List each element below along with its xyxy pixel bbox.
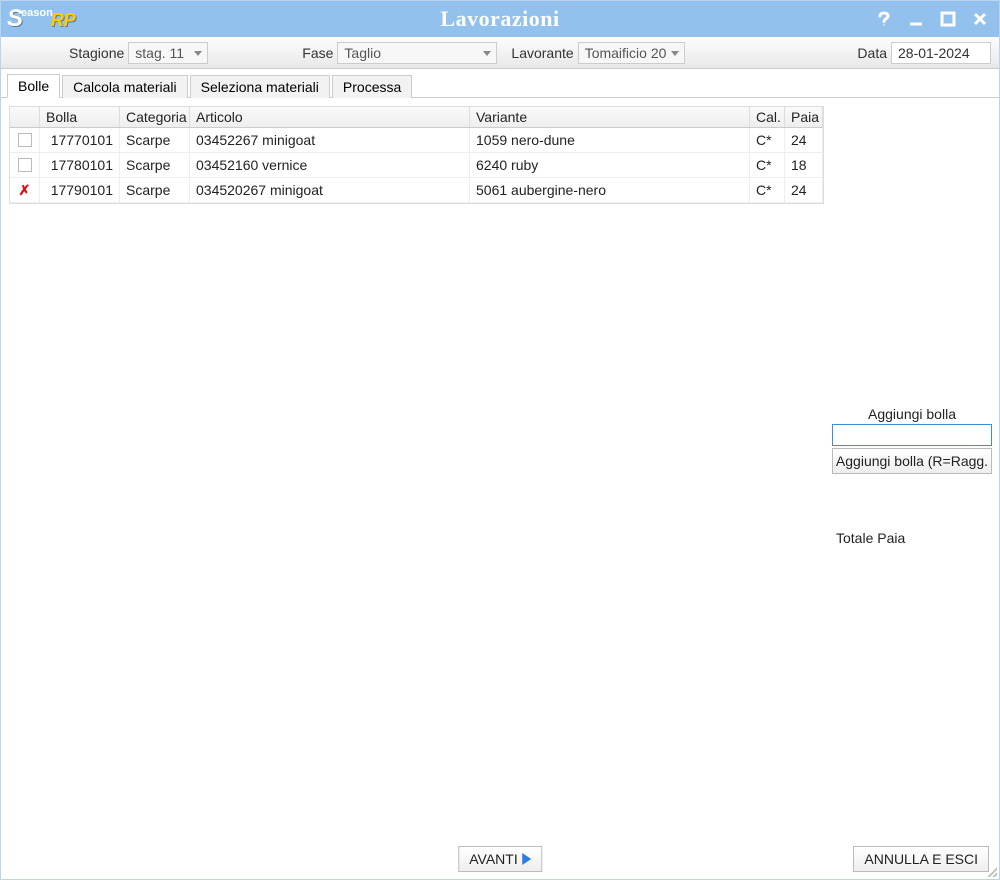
add-bolla-button-label: Aggiungi bolla (R=Ragg. — [836, 453, 988, 469]
header-check[interactable] — [10, 107, 40, 127]
header-variante[interactable]: Variante — [470, 107, 750, 127]
tab-processa[interactable]: Processa — [332, 75, 412, 98]
app-logo: S eason RP — [7, 5, 76, 33]
cell-paia: 24 — [785, 178, 823, 202]
add-bolla-button[interactable]: Aggiungi bolla (R=Ragg. — [832, 448, 992, 474]
cell-articolo: 03452160 vernice — [190, 153, 470, 177]
window-title: Lavorazioni — [440, 6, 559, 32]
avanti-label: AVANTI — [469, 851, 518, 867]
fase-label: Fase — [302, 45, 333, 61]
toolbar: Stagione stag. 11 Fase Taglio Lavorante … — [1, 37, 999, 69]
cell-articolo: 034520267 minigoat — [190, 178, 470, 202]
cell-categoria: Scarpe — [120, 153, 190, 177]
stagione-label: Stagione — [69, 45, 124, 61]
grid-header: Bolla Categoria Articolo Variante Cal. P… — [10, 107, 823, 128]
resize-grip[interactable] — [985, 865, 997, 877]
lavorante-value: Tomaificio 20 — [585, 45, 667, 61]
row-check[interactable] — [10, 128, 40, 152]
titlebar: S eason RP Lavorazioni — [1, 1, 999, 37]
table-row[interactable]: 17770101Scarpe03452267 minigoat1059 nero… — [10, 128, 823, 153]
header-cal[interactable]: Cal. — [750, 107, 785, 127]
cell-variante: 6240 ruby — [470, 153, 750, 177]
header-categoria[interactable]: Categoria — [120, 107, 190, 127]
cell-bolla: 17770101 — [40, 128, 120, 152]
tabs: Bolle Calcola materiali Seleziona materi… — [1, 73, 999, 98]
header-bolla[interactable]: Bolla — [40, 107, 120, 127]
lavorante-combo[interactable]: Tomaificio 20 — [578, 42, 686, 64]
minimize-button[interactable] — [903, 6, 929, 32]
cell-bolla: 17780101 — [40, 153, 120, 177]
tab-label: Processa — [343, 79, 401, 95]
row-check[interactable]: ✗ — [10, 178, 40, 202]
logo-sup: eason — [21, 7, 53, 19]
grid-body: 17770101Scarpe03452267 minigoat1059 nero… — [10, 128, 823, 203]
logo-rp: RP — [51, 10, 76, 31]
cell-cal: C* — [750, 128, 785, 152]
window-controls — [871, 6, 993, 32]
tab-seleziona-materiali[interactable]: Seleziona materiali — [190, 75, 330, 98]
add-bolla-input[interactable] — [832, 424, 992, 446]
close-button[interactable] — [967, 6, 993, 32]
data-field[interactable]: 28-01-2024 — [891, 42, 991, 64]
data-label: Data — [857, 45, 887, 61]
tab-label: Seleziona materiali — [201, 79, 319, 95]
maximize-button[interactable] — [935, 6, 961, 32]
help-button[interactable] — [871, 6, 897, 32]
checkbox-icon[interactable] — [18, 158, 32, 172]
fase-value: Taglio — [344, 45, 381, 61]
footer: AVANTI ANNULLA E ESCI — [1, 839, 999, 879]
play-icon — [522, 853, 531, 865]
fase-combo[interactable]: Taglio — [337, 42, 497, 64]
cell-bolla: 17790101 — [40, 178, 120, 202]
tab-label: Calcola materiali — [73, 79, 176, 95]
cell-articolo: 03452267 minigoat — [190, 128, 470, 152]
error-x-icon: ✗ — [19, 182, 31, 199]
cell-cal: C* — [750, 178, 785, 202]
annulla-label: ANNULLA E ESCI — [864, 851, 978, 867]
cell-paia: 24 — [785, 128, 823, 152]
cell-variante: 1059 nero-dune — [470, 128, 750, 152]
avanti-button[interactable]: AVANTI — [458, 846, 542, 872]
cell-categoria: Scarpe — [120, 178, 190, 202]
grid: Bolla Categoria Articolo Variante Cal. P… — [9, 106, 824, 204]
table-row[interactable]: ✗ 17790101Scarpe034520267 minigoat5061 au… — [10, 178, 823, 203]
window: S eason RP Lavorazioni Stagione stag. 11 — [0, 0, 1000, 880]
tab-bolle[interactable]: Bolle — [7, 74, 60, 98]
add-bolla-label: Aggiungi bolla — [832, 406, 992, 422]
tab-calcola-materiali[interactable]: Calcola materiali — [62, 75, 187, 98]
cell-cal: C* — [750, 153, 785, 177]
data-value: 28-01-2024 — [898, 45, 970, 61]
lavorante-label: Lavorante — [511, 45, 573, 61]
totale-paia-label: Totale Paia — [832, 530, 992, 546]
table-row[interactable]: 17780101Scarpe03452160 vernice6240 rubyC… — [10, 153, 823, 178]
annulla-esci-button[interactable]: ANNULLA E ESCI — [853, 846, 989, 872]
content: Bolla Categoria Articolo Variante Cal. P… — [1, 98, 999, 839]
cell-paia: 18 — [785, 153, 823, 177]
checkbox-icon[interactable] — [18, 133, 32, 147]
row-check[interactable] — [10, 153, 40, 177]
stagione-value: stag. 11 — [135, 45, 184, 61]
side-panel: Aggiungi bolla Aggiungi bolla (R=Ragg. T… — [832, 98, 999, 839]
grid-area: Bolla Categoria Articolo Variante Cal. P… — [1, 98, 832, 839]
stagione-combo[interactable]: stag. 11 — [128, 42, 208, 64]
cell-categoria: Scarpe — [120, 128, 190, 152]
tab-label: Bolle — [18, 78, 49, 94]
cell-variante: 5061 aubergine-nero — [470, 178, 750, 202]
header-paia[interactable]: Paia — [785, 107, 823, 127]
header-articolo[interactable]: Articolo — [190, 107, 470, 127]
